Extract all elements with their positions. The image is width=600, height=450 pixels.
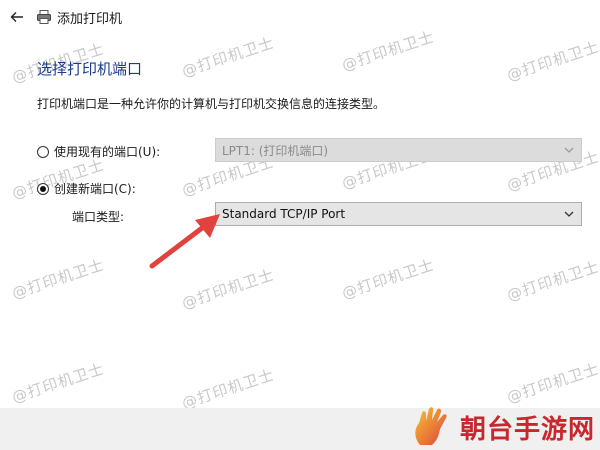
logo-text: 朝台手游网: [460, 414, 596, 445]
existing-port-select: LPT1: (打印机端口): [215, 138, 582, 162]
existing-port-label: 使用现有的端口(U):: [54, 145, 161, 159]
watermark: @打印机卫士: [9, 255, 107, 303]
watermark: @打印机卫士: [179, 33, 277, 81]
watermark: @打印机卫士: [9, 359, 107, 407]
watermark: @打印机卫士: [179, 265, 277, 313]
new-port-label: 创建新端口(C):: [54, 182, 136, 196]
port-type-select[interactable]: Standard TCP/IP Port: [215, 202, 582, 226]
existing-port-option[interactable]: 使用现有的端口(U):: [37, 143, 160, 160]
chevron-down-icon: [564, 147, 574, 153]
back-button[interactable]: [4, 4, 30, 30]
site-logo: 朝台手游网: [410, 405, 595, 449]
back-arrow-icon: [10, 12, 23, 22]
watermark: @打印机卫士: [504, 37, 600, 85]
title-bar: 添加打印机: [0, 0, 600, 34]
watermark: @打印机卫士: [504, 257, 600, 305]
watermark: @打印机卫士: [504, 359, 600, 407]
port-type-value: Standard TCP/IP Port: [222, 207, 346, 221]
watermark: @打印机卫士: [179, 365, 277, 413]
new-port-radio[interactable]: [37, 182, 49, 195]
existing-port-radio[interactable]: [37, 145, 49, 158]
annotation-arrow-icon: [149, 214, 220, 269]
port-type-label: 端口类型:: [72, 210, 125, 224]
new-port-option[interactable]: 创建新端口(C):: [37, 180, 136, 197]
existing-port-value: LPT1: (打印机端口): [222, 143, 329, 158]
chevron-down-icon: [564, 211, 574, 217]
page-description: 打印机端口是一种允许你的计算机与打印机交换信息的连接类型。: [37, 97, 386, 111]
page-title: 选择打印机端口: [37, 60, 143, 78]
printer-icon: [37, 10, 51, 24]
hand-logo-icon: [415, 407, 447, 445]
window-title: 添加打印机: [57, 12, 123, 27]
watermark: @打印机卫士: [339, 255, 437, 303]
